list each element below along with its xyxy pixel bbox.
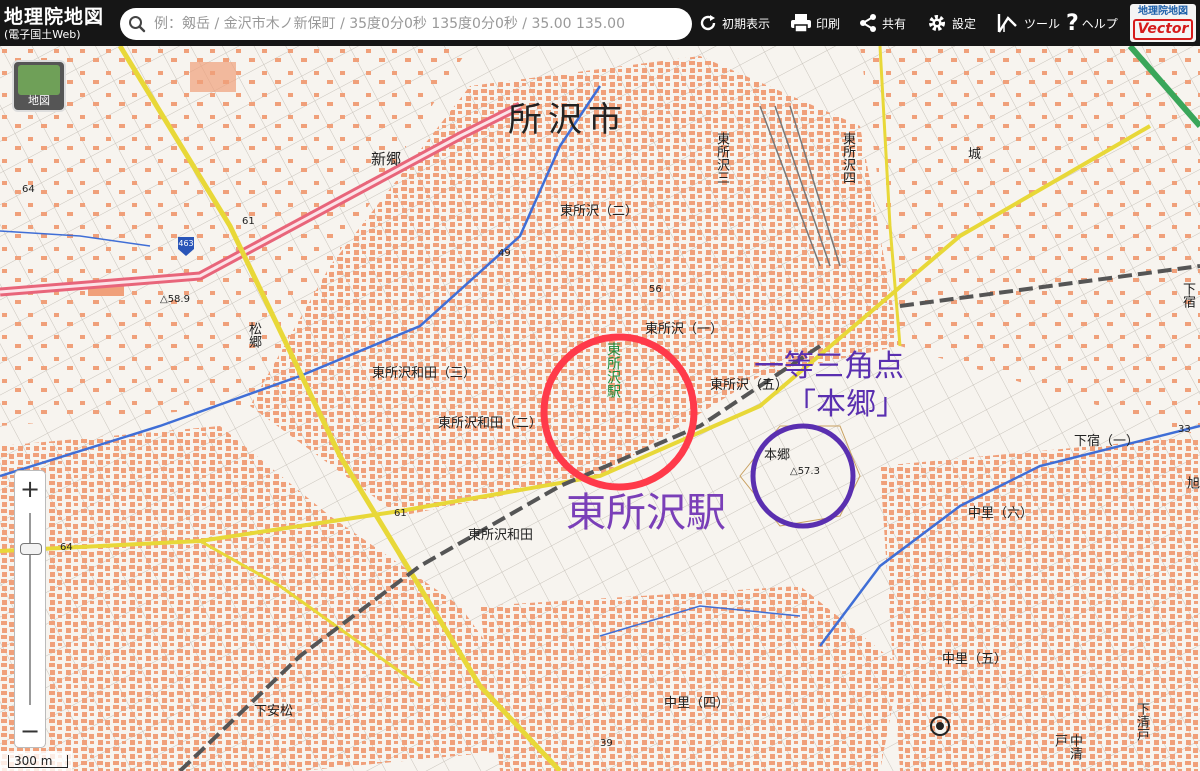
label-higashi-tokorozawa-4-vertical: 東所沢四 <box>840 132 855 184</box>
scale-bar: 300 m <box>0 751 72 771</box>
label-nakazato-5: 中里（五） <box>942 652 1008 667</box>
print-button[interactable]: 印刷 <box>790 0 840 46</box>
label-kita: 旭 <box>1184 476 1199 489</box>
label-nakakiyoto: 中清戸 <box>1052 734 1082 760</box>
label-matsugo: 松郷 <box>246 322 261 348</box>
zoom-control: + − <box>14 470 46 748</box>
help-icon: ? <box>1066 10 1079 36</box>
label-shimojuku-1: 下宿（一） <box>1074 434 1140 449</box>
label-shimokiyoto: 下清戸 <box>1134 702 1149 741</box>
refresh-icon <box>700 15 716 31</box>
annotation-triangulation-line1: 一等三角点 <box>754 349 904 384</box>
label-nakazato-6: 中里（六） <box>968 506 1034 521</box>
vector-bottom-label: Vector <box>1132 19 1194 40</box>
initial-view-button[interactable]: 初期表示 <box>698 0 770 46</box>
map-basemap: 463 <box>0 46 1200 771</box>
label-higashi-tokorozawa-wada-2: 東所沢和田（二） <box>438 416 543 431</box>
elevation-61b: 61 <box>394 508 407 519</box>
label-higashi-tokorozawa-2: 東所沢（二） <box>560 204 639 219</box>
search-icon[interactable] <box>122 8 152 40</box>
vector-top-label: 地理院地図 <box>1138 6 1188 17</box>
route-shield-label: 463 <box>178 239 193 248</box>
app-subtitle: (電子国土Web) <box>4 27 81 41</box>
elevation-58: △58.9 <box>160 294 190 305</box>
elevation-56: 56 <box>649 284 662 295</box>
search-input[interactable] <box>152 9 692 39</box>
zoom-out-button[interactable]: − <box>15 715 45 747</box>
tools-label: ツール <box>1024 16 1061 31</box>
help-button[interactable]: ? ヘルプ <box>1066 0 1118 46</box>
city-label: 所沢市 <box>508 100 628 140</box>
label-higashi-tokorozawa-3-vertical: 東所沢三 <box>714 132 729 184</box>
elevation-33: 33 <box>1178 424 1191 435</box>
label-higashi-tokorozawa-wada: 東所沢和田 <box>468 528 534 543</box>
share-icon <box>860 14 876 32</box>
print-label: 印刷 <box>816 16 841 31</box>
label-higashi-tokorozawa-1: 東所沢（一） <box>645 322 724 337</box>
search-box <box>120 8 692 40</box>
elevation-49: 49 <box>498 248 511 259</box>
settings-button[interactable]: 設定 <box>926 0 976 46</box>
layer-button-label: 地図 <box>28 94 50 107</box>
elevation-64b: 64 <box>60 542 73 553</box>
app-title: 地理院地図 <box>4 5 105 28</box>
label-higashi-tokorozawa-wada-3: 東所沢和田（三） <box>372 366 477 381</box>
help-label: ヘルプ <box>1081 16 1118 31</box>
tools-button[interactable]: ツール <box>996 0 1060 46</box>
map-canvas[interactable]: 463 地図 所沢市 新郷 東所沢（二） 東所沢（一） 東所沢（五） 東所沢和田… <box>0 46 1200 771</box>
station-label-small: 東所沢駅 <box>605 342 621 398</box>
elevation-57: △57.3 <box>790 466 820 477</box>
scale-label: 300 m <box>14 754 53 768</box>
tools-icon <box>997 14 1017 33</box>
label-shingo: 新郷 <box>371 150 402 168</box>
label-hongo-small: 本郷 <box>764 448 791 463</box>
label-jo: 城 <box>968 147 982 162</box>
app-brand[interactable]: 地理院地図 (電子国土Web) <box>0 0 116 46</box>
map-thumbnail-icon <box>18 65 60 95</box>
zoom-in-button[interactable]: + <box>15 473 45 505</box>
initial-view-label: 初期表示 <box>722 16 771 31</box>
elevation-61a: 61 <box>242 216 255 227</box>
annotation-station: 東所沢駅 <box>566 490 726 536</box>
label-shimojuku-right: 下宿 <box>1180 282 1195 308</box>
toolbar: 地理院地図 (電子国土Web) 初期表示 印刷 共有 設定 ツール ? ヘルプ … <box>0 0 1200 46</box>
gear-icon <box>929 15 945 31</box>
printer-icon <box>791 14 811 33</box>
label-shimoyasumatsu: 下安松 <box>254 704 294 719</box>
zoom-slider-handle[interactable] <box>20 543 42 555</box>
settings-label: 設定 <box>952 16 977 31</box>
vector-map-button[interactable]: 地理院地図 Vector <box>1130 4 1196 42</box>
elevation-39: 39 <box>600 738 613 749</box>
elevation-64a: 64 <box>22 184 35 195</box>
annotation-triangulation-line2: 「本郷」 <box>786 387 906 422</box>
zoom-track[interactable] <box>29 513 31 705</box>
label-nakazato-4: 中里（四） <box>664 696 730 711</box>
layer-selector-button[interactable]: 地図 <box>12 60 66 112</box>
share-button[interactable]: 共有 <box>858 0 906 46</box>
share-label: 共有 <box>882 16 907 31</box>
